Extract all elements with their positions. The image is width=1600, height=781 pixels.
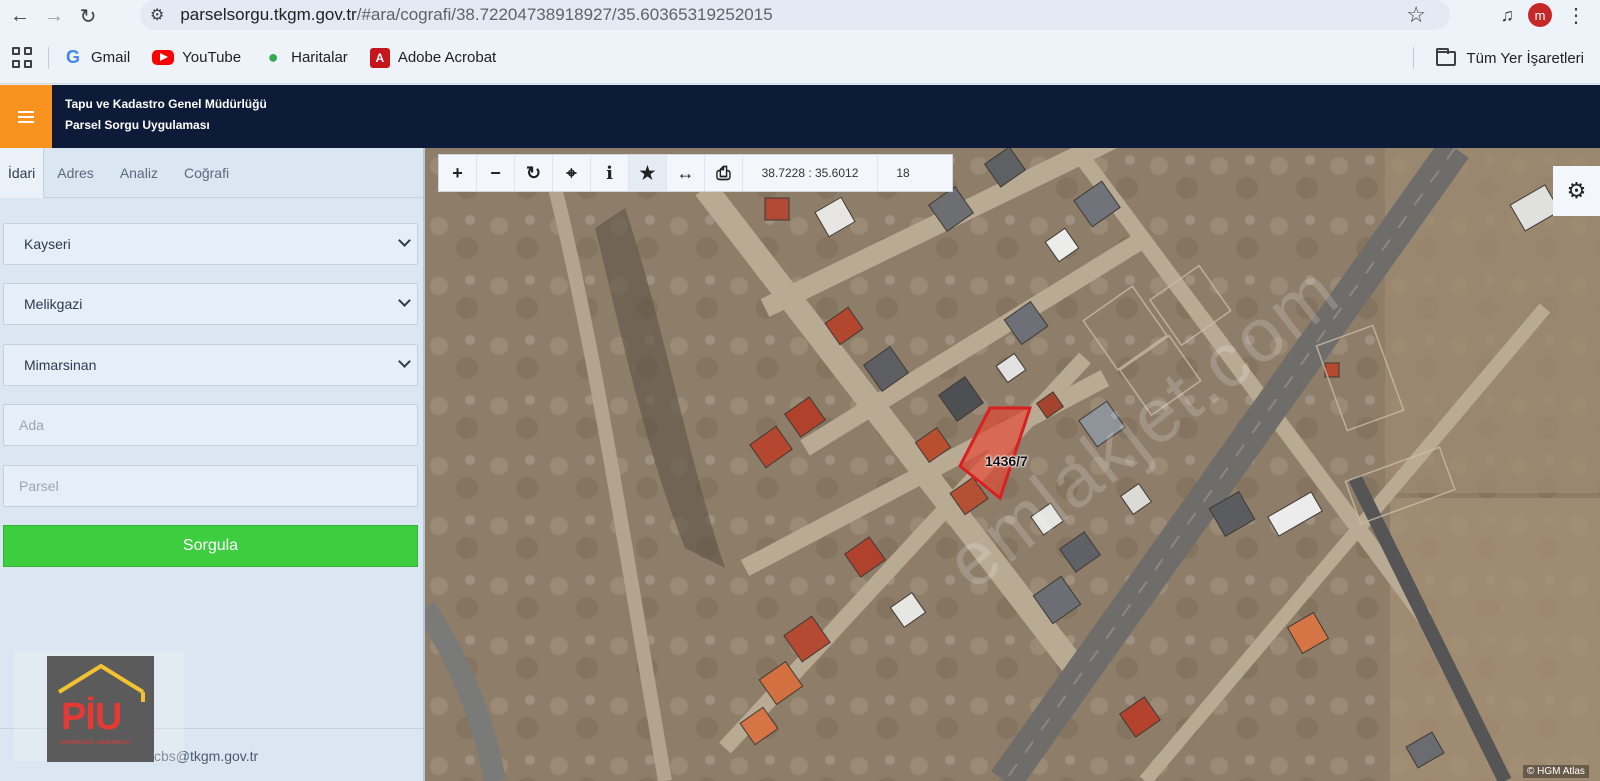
parcel-label: 1436/7 bbox=[985, 453, 1028, 469]
sorgula-button[interactable]: Sorgula bbox=[3, 525, 418, 567]
menu-icon bbox=[18, 110, 34, 123]
url-path: /#ara/cografi/38.72204738918927/35.60365… bbox=[356, 5, 773, 24]
zoom-out-icon[interactable]: − bbox=[477, 155, 515, 191]
maps-icon: ● bbox=[267, 47, 279, 67]
company-logo: PİU GAYRİMENKUL DANIŞMANLIK bbox=[47, 656, 154, 762]
bookmark-gmail[interactable]: G Gmail bbox=[63, 47, 131, 67]
bookmarks-bar: G Gmail YouTube ● Haritalar A Adobe Acro… bbox=[0, 32, 1600, 84]
acrobat-icon: A bbox=[369, 47, 390, 68]
all-bookmarks[interactable]: Tüm Yer İşaretleri bbox=[1413, 32, 1584, 84]
neighborhood-select[interactable]: Mimarsinan bbox=[3, 344, 418, 386]
site-settings-icon[interactable]: ⚙ bbox=[150, 5, 164, 25]
folder-icon bbox=[1436, 47, 1457, 66]
refresh-icon[interactable]: ↻ bbox=[515, 155, 553, 191]
map-attribution: © HGM Atlas bbox=[1523, 765, 1589, 778]
bookmark-haritalar[interactable]: ● Haritalar bbox=[263, 47, 348, 67]
ada-input[interactable]: Ada bbox=[3, 404, 418, 446]
address-bar[interactable]: ⚙ parselsorgu.tkgm.gov.tr/#ara/cografi/3… bbox=[140, 0, 1450, 30]
locate-crosshair-icon[interactable]: ⌖ bbox=[553, 155, 591, 191]
tab-adres[interactable]: Adres bbox=[44, 148, 107, 198]
district-value: Melikgazi bbox=[24, 296, 83, 312]
bookmark-acrobat[interactable]: A Adobe Acrobat bbox=[369, 47, 497, 68]
browser-menu-icon[interactable]: ⋮ bbox=[1566, 3, 1586, 28]
zoom-in-icon[interactable]: + bbox=[439, 155, 477, 191]
profile-avatar[interactable]: m bbox=[1528, 3, 1552, 27]
chevron-down-icon bbox=[398, 294, 411, 307]
bookmark-label: Gmail bbox=[91, 49, 131, 66]
app-title-organization: Tapu ve Kadastro Genel Müdürlüğü bbox=[65, 97, 267, 111]
measure-arrows-icon[interactable]: ↔ bbox=[667, 155, 705, 191]
app-title-application: Parsel Sorgu Uygulaması bbox=[65, 118, 210, 132]
browser-toolbar: ← → ↻ ⚙ parselsorgu.tkgm.gov.tr/#ara/cog… bbox=[0, 0, 1600, 32]
query-tabs: İdari Adres Analiz Coğrafi bbox=[0, 148, 423, 198]
hamburger-menu-button[interactable] bbox=[0, 85, 52, 148]
bookmarks-separator bbox=[48, 46, 49, 69]
reload-icon[interactable]: ↻ bbox=[74, 2, 102, 30]
chevron-down-icon bbox=[398, 234, 411, 247]
back-icon[interactable]: ← bbox=[6, 2, 34, 30]
bookmarks-separator bbox=[1413, 47, 1415, 69]
gmail-icon: G bbox=[65, 47, 80, 67]
chevron-down-icon bbox=[398, 355, 411, 368]
neighborhood-value: Mimarsinan bbox=[24, 357, 97, 373]
map-toolbar: + − ↻ ⌖ i ★ ↔ ⎙ 38.7228 : 35.6012 18 bbox=[438, 154, 953, 192]
province-value: Kayseri bbox=[24, 236, 71, 252]
browser-actions: ♫ m ⋮ bbox=[1501, 0, 1586, 30]
print-icon[interactable]: ⎙ bbox=[705, 155, 743, 191]
media-control-icon[interactable]: ♫ bbox=[1501, 5, 1515, 26]
info-icon[interactable]: i bbox=[591, 155, 629, 191]
tab-idari[interactable]: İdari bbox=[0, 148, 45, 198]
parsel-input[interactable]: Parsel bbox=[3, 465, 418, 507]
coordinate-readout: 38.7228 : 35.6012 bbox=[743, 155, 878, 191]
logo-text: PİU bbox=[61, 696, 122, 738]
bookmark-star-icon[interactable]: ☆ bbox=[1406, 2, 1426, 28]
gear-icon[interactable]: ⚙ bbox=[1553, 166, 1600, 216]
bookmark-youtube[interactable]: YouTube bbox=[152, 49, 241, 66]
tab-cografi[interactable]: Coğrafi bbox=[171, 148, 242, 198]
url-text[interactable]: parselsorgu.tkgm.gov.tr/#ara/cografi/38.… bbox=[180, 5, 772, 25]
parsel-placeholder: Parsel bbox=[19, 478, 59, 494]
url-host: parselsorgu.tkgm.gov.tr bbox=[180, 5, 357, 24]
bookmark-label: YouTube bbox=[182, 49, 242, 66]
province-select[interactable]: Kayseri bbox=[3, 223, 418, 265]
forward-icon[interactable]: → bbox=[40, 2, 68, 30]
bookmark-label: Haritalar bbox=[291, 49, 348, 66]
apps-grid-icon[interactable] bbox=[12, 46, 34, 69]
district-select[interactable]: Melikgazi bbox=[3, 283, 418, 325]
youtube-icon bbox=[152, 50, 175, 65]
zoom-level-readout: 18 bbox=[896, 166, 910, 180]
logo-subtext: GAYRİMENKUL DANIŞMANLIK bbox=[59, 740, 131, 746]
bookmark-label: Adobe Acrobat bbox=[397, 49, 497, 66]
star-icon[interactable]: ★ bbox=[629, 155, 667, 191]
all-bookmarks-label: Tüm Yer İşaretleri bbox=[1466, 49, 1584, 67]
ada-placeholder: Ada bbox=[19, 417, 44, 433]
app-header: Tapu ve Kadastro Genel Müdürlüğü Parsel … bbox=[0, 85, 1600, 148]
tab-analiz[interactable]: Analiz bbox=[107, 148, 171, 198]
